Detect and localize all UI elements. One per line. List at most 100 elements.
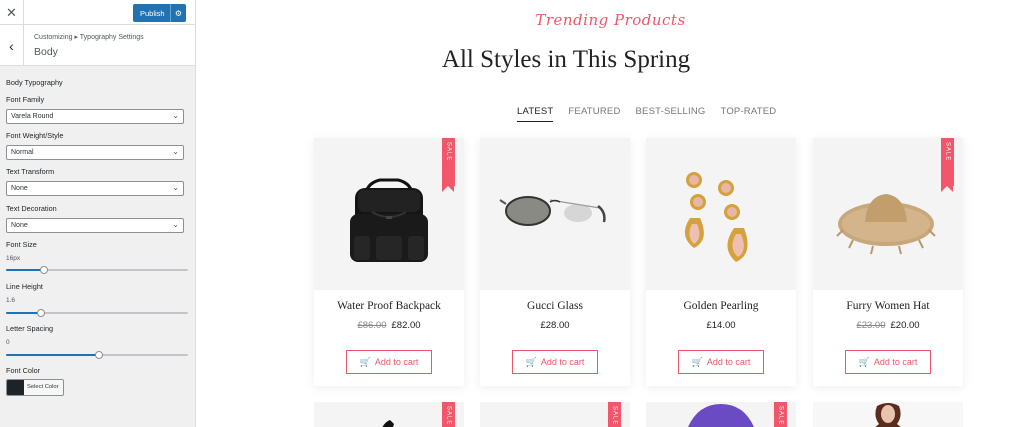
font-size-slider[interactable] <box>6 266 188 274</box>
add-to-cart-label: Add to cart <box>706 357 751 367</box>
text-transform-select[interactable]: None ⌄ <box>6 181 184 196</box>
text-decoration-select[interactable]: None ⌄ <box>6 218 184 233</box>
letter-spacing-label: Letter Spacing <box>6 324 54 333</box>
product-tabs: LATEST FEATURED BEST-SELLING TOP-RATED <box>517 106 776 122</box>
customizer-header: ✕ Publish ⚙ <box>0 0 195 25</box>
add-to-cart-button[interactable]: 🛒 Add to cart <box>512 350 598 374</box>
product-image-partial <box>875 403 901 427</box>
add-to-cart-label: Add to cart <box>873 357 918 367</box>
product-card-partial[interactable] <box>813 402 963 427</box>
slider-fill <box>6 354 99 356</box>
sale-badge: SALE <box>442 402 455 427</box>
product-image[interactable] <box>480 138 630 290</box>
add-to-cart-button[interactable]: 🛒 Add to cart <box>346 350 432 374</box>
product-image[interactable] <box>646 138 796 290</box>
earrings-image <box>684 172 748 262</box>
cart-icon: 🛒 <box>359 356 371 367</box>
back-button[interactable]: ‹ <box>0 25 24 66</box>
old-price: £86.00 <box>357 320 387 331</box>
old-price: £23.00 <box>856 320 886 331</box>
select-color-button[interactable]: Select Color <box>6 379 64 396</box>
product-name[interactable]: Golden Pearling <box>646 300 796 312</box>
product-name[interactable]: Furry Women Hat <box>813 300 963 312</box>
product-card: SALE Furry Women Hat £23.00 £20.00 🛒 Add t… <box>813 138 963 386</box>
select-color-label: Select Color <box>27 384 59 390</box>
font-weight-label: Font Weight/Style <box>6 131 64 140</box>
font-color-label: Font Color <box>6 366 41 375</box>
chevron-down-icon: ⌄ <box>172 147 179 156</box>
chevron-down-icon: ⌄ <box>172 183 179 192</box>
close-customizer-button[interactable]: ✕ <box>0 0 24 25</box>
color-swatch <box>7 380 24 395</box>
slider-fill <box>6 269 45 271</box>
text-transform-label: Text Transform <box>6 167 55 176</box>
sale-badge: SALE <box>442 138 455 192</box>
slider-thumb[interactable] <box>40 266 49 274</box>
tab-latest[interactable]: LATEST <box>517 106 554 122</box>
font-family-select[interactable]: Varela Round ⌄ <box>6 109 184 124</box>
letter-spacing-value: 0 <box>6 339 10 346</box>
current-price: £14.00 <box>706 320 736 331</box>
font-weight-select[interactable]: Normal ⌄ <box>6 145 184 160</box>
product-price: £14.00 <box>646 320 796 331</box>
chevron-left-icon: ‹ <box>9 37 14 54</box>
cart-icon: 🛒 <box>858 356 870 367</box>
customizer-sidebar: ✕ Publish ⚙ ‹ Customizing ▸ Typography S… <box>0 0 196 427</box>
group-label: Body Typography <box>6 78 63 87</box>
tab-top-rated[interactable]: TOP-RATED <box>720 106 776 122</box>
product-card-partial[interactable]: SALE <box>480 402 630 427</box>
line-height-value: 1.6 <box>6 297 16 304</box>
breadcrumb: Customizing ▸ Typography Settings <box>34 34 144 41</box>
cart-icon: 🛒 <box>691 356 703 367</box>
product-price: £28.00 <box>480 320 630 331</box>
font-size-label: Font Size <box>6 240 37 249</box>
sale-badge-text: SALE <box>445 406 452 426</box>
product-price: £86.00 £82.00 <box>314 320 464 331</box>
add-to-cart-label: Add to cart <box>540 357 585 367</box>
current-price: £82.00 <box>391 320 421 331</box>
font-family-label: Font Family <box>6 95 45 104</box>
chevron-down-icon: ⌄ <box>172 111 179 120</box>
product-card: SALE Water Proof Backpack £86.00 £82.00 🛒… <box>314 138 464 386</box>
line-height-slider[interactable] <box>6 309 188 317</box>
gear-icon[interactable]: ⚙ <box>170 4 186 22</box>
product-card: Gucci Glass £28.00 🛒 Add to cart <box>480 138 630 386</box>
add-to-cart-button[interactable]: 🛒 Add to cart <box>678 350 764 374</box>
product-name[interactable]: Water Proof Backpack <box>314 300 464 312</box>
publish-button[interactable]: Publish ⚙ <box>133 4 186 22</box>
cart-icon: 🛒 <box>525 356 537 367</box>
text-decoration-value: None <box>11 222 28 229</box>
section-subtitle: Trending Products <box>535 11 686 29</box>
chevron-down-icon: ⌄ <box>172 220 179 229</box>
line-height-label: Line Height <box>6 282 43 291</box>
font-weight-value: Normal <box>11 149 34 156</box>
sale-badge-text: SALE <box>445 142 452 162</box>
add-to-cart-label: Add to cart <box>374 357 419 367</box>
section-title: Body <box>34 46 58 58</box>
text-transform-value: None <box>11 185 28 192</box>
slider-thumb[interactable] <box>94 351 103 359</box>
slider-fill <box>6 312 41 314</box>
sale-badge-text: SALE <box>944 142 951 162</box>
site-preview: Trending Products All Styles in This Spr… <box>197 0 1024 427</box>
letter-spacing-slider[interactable] <box>6 351 188 359</box>
tab-best-selling[interactable]: BEST-SELLING <box>636 106 706 122</box>
product-price: £23.00 £20.00 <box>813 320 963 331</box>
sunglasses-image <box>499 196 606 226</box>
add-to-cart-button[interactable]: 🛒 Add to cart <box>845 350 931 374</box>
product-card-partial[interactable]: SALE <box>646 402 796 427</box>
current-price: £20.00 <box>890 320 920 331</box>
sale-badge: SALE <box>608 402 621 427</box>
publish-label: Publish <box>140 8 165 18</box>
section-header: ‹ Customizing ▸ Typography Settings Body <box>0 25 195 66</box>
product-card: Golden Pearling £14.00 🛒 Add to cart <box>646 138 796 386</box>
section-heading: All Styles in This Spring <box>441 46 691 73</box>
slider-thumb[interactable] <box>36 309 45 317</box>
sale-badge-text: SALE <box>777 406 784 426</box>
tab-featured[interactable]: FEATURED <box>568 106 620 122</box>
text-decoration-label: Text Decoration <box>6 204 57 213</box>
product-card-partial[interactable]: SALE <box>314 402 464 427</box>
product-name[interactable]: Gucci Glass <box>480 300 630 312</box>
font-size-value: 16px <box>6 255 21 262</box>
font-family-value: Varela Round <box>11 113 54 120</box>
